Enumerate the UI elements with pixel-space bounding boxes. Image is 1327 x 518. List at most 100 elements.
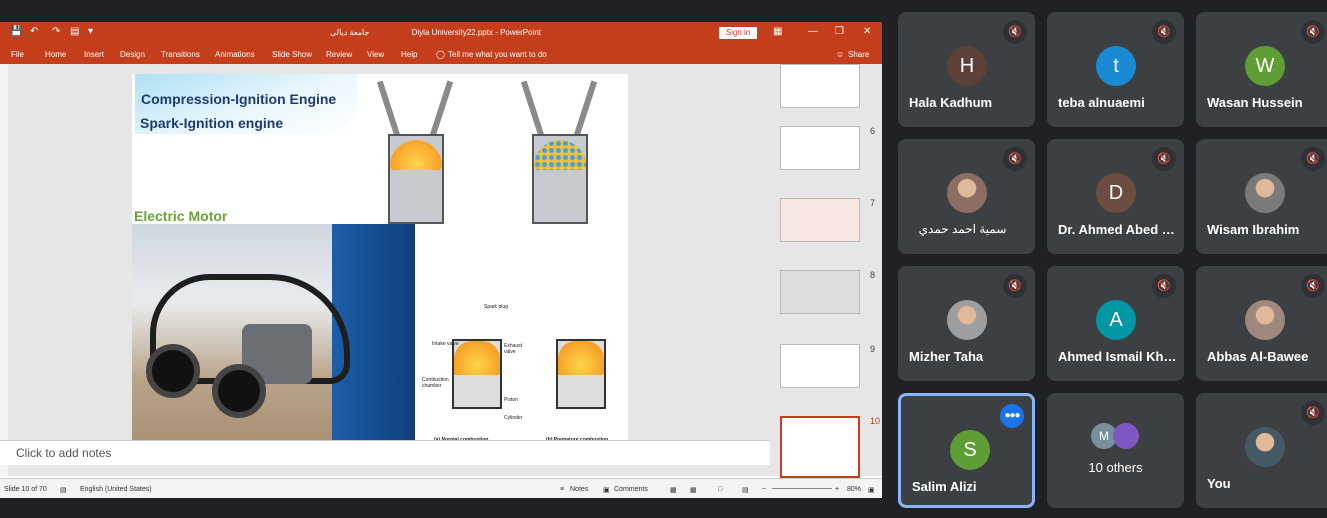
- lightbulb-icon: ◯: [436, 50, 445, 59]
- notes-pane[interactable]: Click to add notes: [0, 440, 770, 465]
- slideshow-icon[interactable]: ▤: [742, 486, 749, 494]
- redo-icon[interactable]: ↷: [52, 26, 60, 38]
- speaking-indicator-icon: ●●●: [1000, 404, 1024, 428]
- tell-me-search[interactable]: Tell me what you want to do: [448, 50, 547, 59]
- participant-tile[interactable]: D Dr. Ahmed Abed Mohammed 🔇: [1047, 139, 1184, 254]
- zoom-slider[interactable]: [772, 488, 832, 489]
- powerpoint-window: 💾 ↶ ↷ ▤ ▾ جامعة ديالى Diyla University22…: [0, 22, 882, 498]
- label-spark-plug: Spark plug: [484, 304, 508, 310]
- avatar: [947, 300, 987, 340]
- slide-number: 7: [870, 198, 876, 208]
- mic-off-icon: 🔇: [1003, 20, 1027, 44]
- slide-canvas[interactable]: Compression-Ignition Engine Spark-Igniti…: [132, 74, 628, 446]
- fit-slide-icon[interactable]: ▣: [868, 486, 875, 494]
- zoom-out-icon[interactable]: −: [762, 486, 766, 493]
- notes-placeholder[interactable]: Click to add notes: [16, 446, 111, 460]
- mic-off-icon: 🔇: [1301, 147, 1325, 171]
- customize-icon[interactable]: ▾: [88, 26, 93, 38]
- status-bar: Slide 10 of 70 ▤ English (United States)…: [0, 478, 882, 498]
- zoom-level[interactable]: 80%: [847, 486, 861, 493]
- slide-thumbnail[interactable]: [780, 344, 860, 388]
- tab-home[interactable]: Home: [45, 50, 66, 59]
- avatar: [1245, 173, 1285, 213]
- slide-thumbnail[interactable]: [780, 126, 860, 170]
- avatar: D: [1096, 173, 1136, 213]
- avatar: W: [1245, 46, 1285, 86]
- slide-line-1: Compression-Ignition Engine: [141, 91, 337, 107]
- participant-tile[interactable]: Abbas Al-Bawee 🔇: [1196, 266, 1327, 381]
- participant-tile[interactable]: Mizher Taha 🔇: [898, 266, 1035, 381]
- participant-tile[interactable]: W Wasan Hussein 🔇: [1196, 12, 1327, 127]
- notes-button[interactable]: Notes: [570, 486, 588, 493]
- minimize-icon[interactable]: —: [808, 26, 818, 37]
- participant-tile[interactable]: S Salim Alizi ●●●: [898, 393, 1035, 508]
- slide-thumbnail[interactable]: [780, 198, 860, 242]
- tab-animations[interactable]: Animations: [215, 50, 255, 59]
- spellcheck-icon[interactable]: ▤: [60, 486, 67, 494]
- participant-tile[interactable]: Wisam Ibrahim 🔇: [1196, 139, 1327, 254]
- reading-view-icon[interactable]: □: [718, 486, 722, 493]
- label-exhaust-valve: Exhaust valve: [504, 343, 523, 355]
- participant-name: You: [1207, 476, 1231, 491]
- tab-help[interactable]: Help: [401, 50, 417, 59]
- tab-design[interactable]: Design: [120, 50, 145, 59]
- ribbon-display-icon[interactable]: ▦: [773, 26, 782, 37]
- participant-name: Salim Alizi: [912, 479, 977, 494]
- mic-off-icon: 🔇: [1301, 274, 1325, 298]
- participant-tile[interactable]: سمية احمد حمدي 🔇: [898, 139, 1035, 254]
- flame: [454, 341, 500, 375]
- tab-view[interactable]: View: [367, 50, 384, 59]
- tab-insert[interactable]: Insert: [84, 50, 104, 59]
- avatar: A: [1096, 300, 1136, 340]
- comments-button[interactable]: Comments: [614, 486, 648, 493]
- premature-combustion-diagram: (b) Premature combustion: [536, 299, 626, 443]
- sorter-view-icon[interactable]: ▦: [690, 486, 697, 494]
- title-bar: 💾 ↶ ↷ ▤ ▾ جامعة ديالى Diyla University22…: [0, 22, 882, 44]
- mic-off-icon: 🔇: [1152, 147, 1176, 171]
- participant-tile[interactable]: M 10 others: [1047, 393, 1184, 508]
- notes-icon[interactable]: ≡: [560, 486, 564, 493]
- slide-number: 9: [870, 344, 876, 354]
- mic-off-icon: 🔇: [1003, 274, 1027, 298]
- label-intake-valve: Intake valve: [432, 341, 459, 347]
- normal-view-icon[interactable]: ▦: [670, 486, 677, 494]
- tab-transitions[interactable]: Transitions: [161, 50, 200, 59]
- avatar: [1245, 300, 1285, 340]
- tab-slide-show[interactable]: Slide Show: [272, 50, 312, 59]
- close-icon[interactable]: ✕: [863, 26, 871, 37]
- undo-icon[interactable]: ↶: [30, 26, 38, 38]
- sign-in-button[interactable]: Sign in: [719, 27, 757, 39]
- participant-tile[interactable]: t teba alnuaemi 🔇: [1047, 12, 1184, 127]
- flame: [558, 341, 604, 375]
- share-button[interactable]: Share: [848, 50, 869, 59]
- tab-file[interactable]: File: [11, 50, 24, 59]
- avatar: t: [1096, 46, 1136, 86]
- slide-thumbnail[interactable]: [780, 64, 860, 108]
- participant-name: Hala Kadhum: [909, 95, 993, 110]
- slide-number: 8: [870, 270, 876, 280]
- participant-name: Ahmed Ismail Khalil: [1058, 349, 1178, 364]
- slide-thumbnail[interactable]: [780, 270, 860, 314]
- comments-icon[interactable]: ▣: [603, 486, 610, 494]
- mic-off-icon: 🔇: [1152, 274, 1176, 298]
- participant-tile[interactable]: You 🔇: [1196, 393, 1327, 508]
- zoom-in-icon[interactable]: +: [835, 486, 839, 493]
- participant-name: Mizher Taha: [909, 349, 984, 364]
- mic-off-icon: 🔇: [1301, 20, 1325, 44]
- tab-review[interactable]: Review: [326, 50, 352, 59]
- maximize-icon[interactable]: ❐: [835, 26, 844, 37]
- avatar: H: [947, 46, 987, 86]
- mic-off-icon: 🔇: [1152, 20, 1176, 44]
- share-icon[interactable]: ☺: [836, 50, 844, 59]
- collapsed-panel[interactable]: [0, 64, 8, 476]
- save-icon[interactable]: 💾: [10, 26, 22, 38]
- slide-thumbnail-selected[interactable]: [780, 416, 860, 478]
- slide-number: 10: [870, 416, 881, 426]
- language[interactable]: English (United States): [80, 486, 152, 493]
- participant-tile[interactable]: H Hala Kadhum 🔇: [898, 12, 1035, 127]
- present-icon[interactable]: ▤: [70, 26, 79, 38]
- participant-tile[interactable]: A Ahmed Ismail Khalil 🔇: [1047, 266, 1184, 381]
- electric-motor-heading: Electric Motor: [134, 208, 228, 224]
- mic-off-icon: 🔇: [1301, 401, 1325, 425]
- electric-car-photo: [132, 224, 415, 446]
